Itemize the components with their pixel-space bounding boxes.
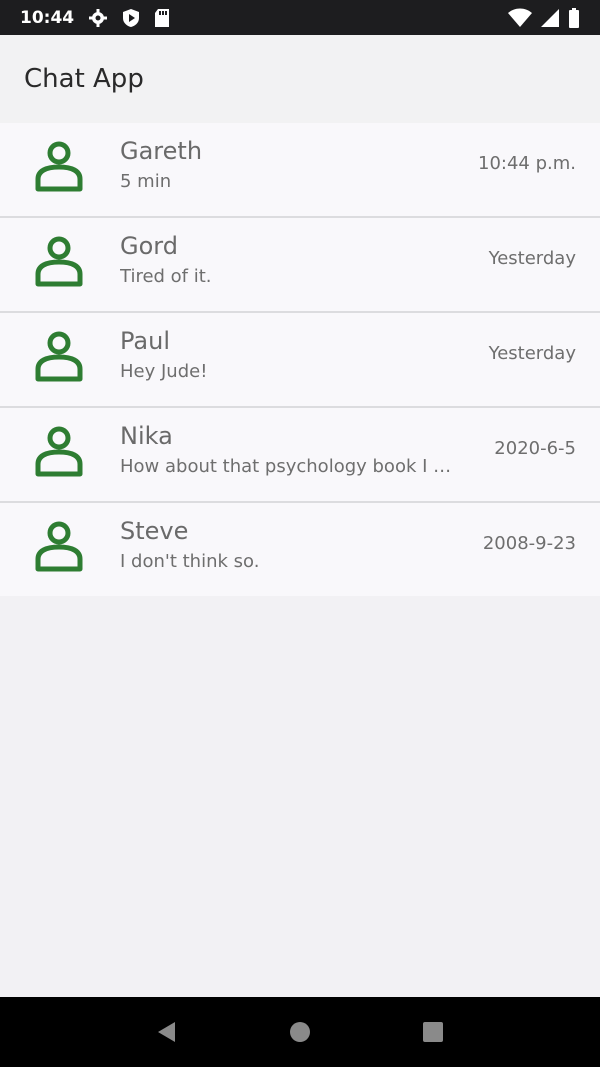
chat-preview: Hey Jude! — [120, 361, 208, 382]
signal-icon — [541, 8, 559, 27]
nav-bar — [0, 997, 600, 1067]
status-time: 10:44 — [20, 7, 75, 28]
chat-preview: 5 min — [120, 171, 172, 192]
chat-name: Gord — [120, 232, 178, 260]
recents-button[interactable] — [413, 1012, 453, 1052]
battery-icon — [569, 7, 579, 28]
chat-preview: How about that psychology book I … — [120, 456, 452, 477]
chat-preview: Tired of it. — [120, 266, 212, 287]
chat-row-gareth[interactable]: Gareth 5 min 10:44 p.m. — [0, 123, 600, 218]
home-button[interactable] — [280, 1012, 320, 1052]
back-button[interactable] — [147, 1012, 187, 1052]
chat-name: Gareth — [120, 137, 203, 165]
status-left: 10:44 — [20, 8, 170, 28]
back-icon — [157, 1022, 175, 1042]
person-icon — [35, 331, 83, 382]
chat-time: 10:44 p.m. — [478, 153, 576, 174]
chat-row-steve[interactable]: Steve I don't think so. 2008-9-23 — [0, 503, 600, 596]
status-right — [508, 7, 580, 28]
person-icon — [35, 426, 83, 477]
chat-list: Gareth 5 min 10:44 p.m. Gord Tired of it… — [0, 123, 600, 596]
status-bar: 10:44 — [0, 0, 600, 35]
wifi-icon — [508, 8, 532, 27]
chat-time: 2008-9-23 — [482, 533, 576, 554]
chat-time: Yesterday — [488, 343, 576, 364]
home-icon — [289, 1022, 310, 1042]
sd-card-icon — [155, 8, 170, 27]
chat-name: Paul — [120, 327, 170, 355]
recents-icon — [423, 1022, 444, 1042]
chat-name: Nika — [120, 422, 173, 450]
person-icon — [35, 236, 83, 287]
chat-row-gord[interactable]: Gord Tired of it. Yesterday — [0, 218, 600, 313]
gear-icon — [89, 8, 108, 27]
chat-preview: I don't think so. — [120, 551, 260, 572]
chat-time: 2020-6-5 — [494, 438, 576, 459]
app-title: Chat App — [24, 64, 144, 94]
person-icon — [35, 141, 83, 192]
chat-time: Yesterday — [488, 248, 576, 269]
screen: 10:44 Chat App Gareth 5 min 10:44 p.m. G… — [0, 0, 600, 1067]
shield-play-icon — [123, 8, 140, 27]
chat-name: Steve — [120, 517, 189, 545]
person-icon — [35, 521, 83, 572]
chat-row-paul[interactable]: Paul Hey Jude! Yesterday — [0, 313, 600, 408]
app-bar: Chat App — [0, 35, 600, 123]
chat-row-nika[interactable]: Nika How about that psychology book I … … — [0, 408, 600, 503]
